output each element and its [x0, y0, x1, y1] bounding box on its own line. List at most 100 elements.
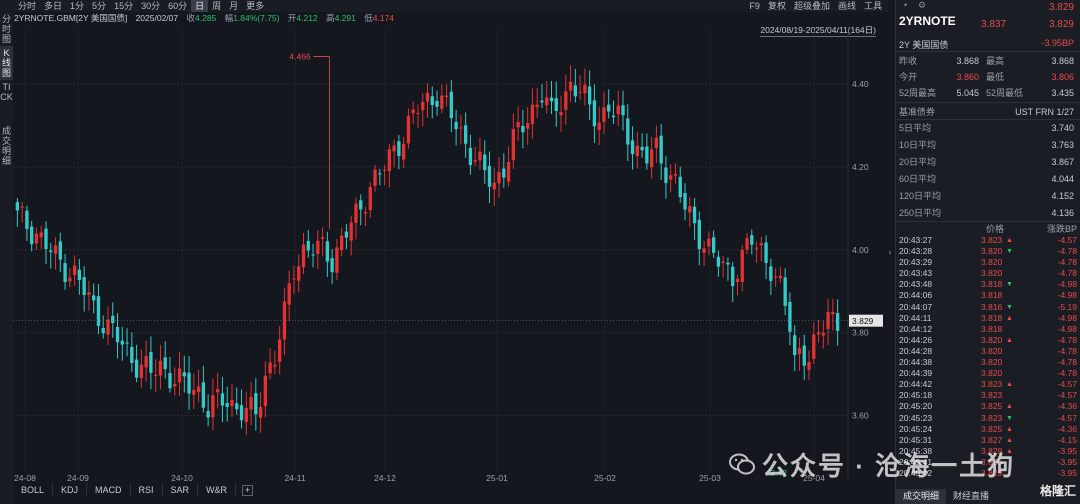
- quote-info-line: 2YRNOTE.GBM[2Y 美国国债] 2025/02/07 收4.285 幅…: [14, 12, 394, 24]
- panel-pin-icon[interactable]: •: [904, 0, 907, 10]
- candle: [430, 96, 434, 105]
- indicator-tab[interactable]: MACD: [87, 483, 131, 497]
- period-tab[interactable]: 多日: [40, 0, 66, 12]
- candle: [454, 121, 458, 130]
- tick-change: -4.78: [1057, 368, 1077, 379]
- tick-price: 3.820: [981, 334, 1003, 345]
- candle: [139, 364, 144, 378]
- x-tick-label: 24-10: [171, 473, 193, 482]
- toolbar-button[interactable]: 超级叠加: [790, 0, 834, 12]
- indicator-tab[interactable]: RSI: [131, 483, 163, 497]
- candle: [521, 125, 525, 133]
- tick-change: -4.57: [1057, 235, 1077, 245]
- candle: [87, 292, 91, 295]
- candle: [187, 372, 191, 394]
- period-tab[interactable]: 5分: [88, 0, 110, 12]
- candlestick-chart[interactable]: 4.40 4.20 4.00 3.80 3.60 24-08 24-09 24-10 24-11…: [13, 30, 885, 482]
- divider: [896, 102, 1080, 103]
- stat-item: 最低 3.806: [986, 71, 1074, 83]
- candle: [25, 210, 29, 229]
- tick-change: -4.98: [1057, 323, 1077, 334]
- panel-settings-icon[interactable]: ⚙: [918, 0, 926, 10]
- average-label: 20日平均: [899, 157, 937, 167]
- tick-time: 20:43:48: [899, 279, 933, 290]
- view-tab[interactable]: 分时图: [0, 12, 13, 46]
- tick-price: 3.823: [981, 235, 1003, 245]
- period-tab[interactable]: 日: [191, 0, 209, 12]
- quote-panel: • ⚙ 3.829 2YRNOTE 3.837 3.829 2Y 美国国债 -3…: [895, 0, 1080, 504]
- candle: [783, 277, 787, 306]
- tick-time: 20:45:24: [899, 423, 933, 434]
- tick-price: 3.829: [981, 445, 1003, 456]
- candle: [721, 261, 725, 263]
- toolbar-button[interactable]: 复权: [764, 0, 790, 12]
- average-value: 4.044: [1051, 174, 1074, 184]
- average-row: 20日平均 3.867: [899, 156, 1074, 168]
- tick-time: 20:44:06: [899, 290, 933, 301]
- candle: [325, 241, 330, 262]
- average-row: 5日平均 3.740: [899, 122, 1074, 134]
- stat-value: 3.868: [956, 56, 979, 66]
- indicator-tab[interactable]: BOLL: [13, 483, 54, 497]
- tick-row: 20:45:42 3.829 -3.95: [896, 468, 1080, 479]
- period-tab[interactable]: 30分: [137, 0, 164, 12]
- tick-change: -3.95: [1057, 456, 1077, 467]
- candle: [101, 328, 105, 334]
- period-tab[interactable]: 周: [208, 0, 225, 12]
- candle: [216, 389, 220, 393]
- period-tab[interactable]: 月: [225, 0, 242, 12]
- candle: [568, 81, 573, 91]
- candle: [239, 405, 244, 421]
- toolbar-button[interactable]: 画线: [834, 0, 860, 12]
- candle: [330, 258, 334, 273]
- tick-price: 3.823: [981, 390, 1003, 401]
- stat-label: 52周最高: [899, 88, 937, 98]
- view-tab[interactable]: 成交明细: [0, 124, 13, 168]
- candle: [697, 219, 701, 250]
- period-tab[interactable]: 15分: [110, 0, 137, 12]
- candle: [273, 364, 277, 367]
- period-tab[interactable]: 分时: [14, 0, 40, 12]
- candle: [702, 248, 706, 254]
- toolbar-button[interactable]: 工具: [860, 0, 886, 12]
- tick-list[interactable]: 20:43:27 3.823 ▲ -4.57 20:43:28 3.820 ▼ -4.78 20…: [896, 235, 1080, 479]
- candle: [535, 104, 539, 108]
- period-tab[interactable]: 60分: [164, 0, 191, 12]
- x-tick-label: 24-11: [284, 473, 305, 482]
- candle: [339, 235, 344, 251]
- view-tab[interactable]: K线图: [0, 46, 13, 80]
- panel-tab[interactable]: 成交明细: [896, 489, 947, 504]
- add-indicator-icon[interactable]: +: [242, 484, 254, 496]
- candle: [111, 315, 115, 324]
- close-value: 4.285: [195, 13, 217, 23]
- tick-price: 3.825: [981, 401, 1003, 412]
- tick-price: 3.818: [981, 312, 1003, 323]
- period-tab[interactable]: 更多: [242, 0, 268, 12]
- tick-row: 20:45:31 3.827 ▲ -4.15: [896, 435, 1080, 446]
- arrow-up-icon: ▲: [1006, 381, 1013, 389]
- tick-row: 20:43:28 3.820 ▼ -4.78: [896, 246, 1080, 257]
- panel-change-bp: -3.95BP: [1041, 38, 1074, 48]
- candle: [168, 373, 172, 389]
- period-tab[interactable]: 1分: [66, 0, 88, 12]
- x-tick-label: 25-02: [594, 473, 616, 482]
- candle: [654, 137, 659, 149]
- candle: [258, 406, 263, 418]
- tick-price: 3.823: [981, 379, 1003, 390]
- indicator-tab[interactable]: KDJ: [53, 483, 88, 497]
- tick-time: 20:45:38: [899, 445, 933, 456]
- toolbar-button[interactable]: F9: [745, 0, 764, 12]
- candle: [449, 91, 454, 119]
- view-tab[interactable]: TICK: [0, 80, 13, 124]
- panel-tab[interactable]: 财经直播: [946, 489, 996, 504]
- candle: [835, 313, 840, 331]
- candle: [669, 175, 673, 180]
- indicator-tab[interactable]: SAR: [163, 483, 199, 497]
- candle: [96, 296, 101, 326]
- period-selector: 分时 多日 1分 5分 15分 30分 60分日周月更多: [0, 0, 268, 12]
- candle: [564, 91, 568, 110]
- indicator-tab[interactable]: W&R: [198, 483, 237, 497]
- candle: [421, 101, 425, 111]
- collapse-panel-icon[interactable]: ›: [886, 244, 894, 260]
- candle: [192, 389, 196, 395]
